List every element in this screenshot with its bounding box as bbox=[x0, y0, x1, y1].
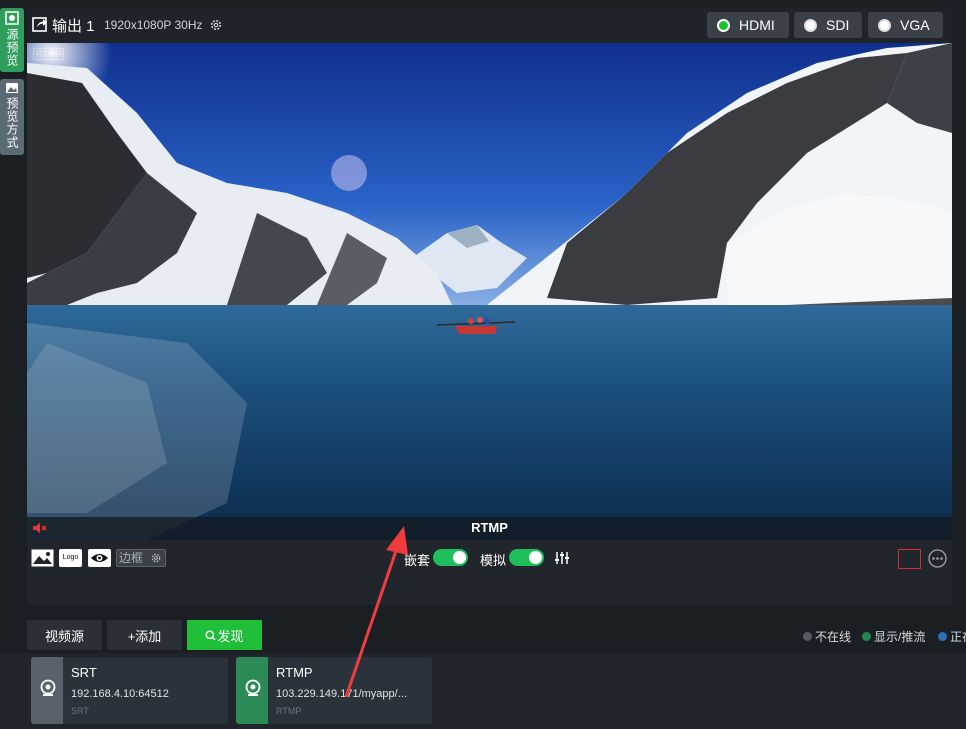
radio-dot-icon bbox=[804, 18, 817, 32]
source-name: RTMP bbox=[276, 665, 313, 680]
preview-frame-icon bbox=[5, 11, 19, 25]
webcam-icon bbox=[245, 679, 261, 696]
analog-toggle[interactable] bbox=[509, 549, 544, 566]
source-protocol: RTMP bbox=[276, 706, 302, 716]
analog-label: 模拟 bbox=[480, 553, 507, 568]
status-dot-icon bbox=[938, 632, 947, 641]
source-address: 103.229.149.171/myapp/... bbox=[276, 688, 407, 700]
embed-label: 嵌套 bbox=[404, 553, 431, 568]
port-label: VGA bbox=[900, 17, 930, 33]
port-label: SDI bbox=[826, 17, 850, 33]
radio-dot-icon bbox=[717, 18, 730, 32]
source-card-rtmp[interactable]: RTMP 103.229.149.171/myapp/... RTMP bbox=[236, 657, 432, 724]
legend-label: 不在线 bbox=[815, 630, 852, 644]
eye-icon[interactable] bbox=[88, 549, 111, 567]
port-vga-button[interactable]: VGA bbox=[868, 12, 943, 38]
sidebar-tab-preview-mode[interactable]: 预览方式 bbox=[0, 79, 24, 155]
sidebar-tab-label: 预览方式 bbox=[5, 97, 19, 149]
source-name: SRT bbox=[71, 665, 97, 680]
discover-button[interactable]: 发现 bbox=[187, 620, 262, 650]
source-protocol: SRT bbox=[71, 706, 89, 716]
logo-button[interactable]: Logo bbox=[59, 549, 82, 567]
border-label: 边框 bbox=[119, 551, 144, 565]
source-address: 192.168.4.10:64512 bbox=[71, 688, 169, 700]
port-hdmi-button[interactable]: HDMI bbox=[707, 12, 789, 38]
more-options-icon[interactable] bbox=[928, 549, 947, 568]
output-title: 输出 1 bbox=[52, 18, 95, 35]
sidebar-tab-source-preview[interactable]: 源预览 bbox=[0, 8, 24, 72]
add-source-button[interactable]: +添加 bbox=[107, 620, 182, 650]
gear-icon bbox=[151, 553, 161, 563]
video-frame-image bbox=[27, 43, 952, 540]
port-sdi-button[interactable]: SDI bbox=[794, 12, 862, 38]
gear-icon[interactable] bbox=[209, 18, 223, 32]
status-dot-icon bbox=[862, 632, 871, 641]
webcam-icon bbox=[40, 679, 56, 696]
video-status-bar: RTMP bbox=[27, 517, 952, 540]
port-label: HDMI bbox=[739, 17, 775, 33]
border-button[interactable]: 边框 bbox=[116, 549, 166, 567]
legend-label: 正在 bbox=[950, 630, 966, 644]
legend-label: 显示/推流 bbox=[874, 630, 926, 644]
output-resolution: 1920x1080P 30Hz bbox=[104, 18, 203, 32]
video-source-button[interactable]: 视频源 bbox=[27, 620, 102, 650]
output-control-bar: Logo 边框 嵌套 模拟 bbox=[27, 540, 952, 605]
share-output-icon bbox=[32, 17, 47, 32]
discover-label: 发现 bbox=[217, 628, 244, 644]
image-overlay-icon[interactable] bbox=[31, 549, 54, 567]
source-status-strip bbox=[31, 657, 63, 724]
legend-display-stream: 显示/推流 bbox=[862, 628, 925, 645]
radio-dot-icon bbox=[878, 18, 891, 32]
legend-active: 正在 bbox=[938, 628, 966, 645]
legend-offline: 不在线 bbox=[803, 628, 851, 645]
image-icon bbox=[6, 83, 18, 93]
search-icon bbox=[205, 630, 216, 640]
video-source-label: RTMP bbox=[471, 520, 508, 535]
status-dot-icon bbox=[803, 632, 812, 641]
video-preview[interactable]: RTMP RTMP bbox=[27, 43, 952, 540]
record-button[interactable] bbox=[898, 549, 921, 569]
output-panel: 输出 1 1920x1080P 30Hz HDMI SDI VGA RTMP R… bbox=[27, 8, 952, 605]
mixer-sliders-icon[interactable] bbox=[554, 551, 570, 565]
source-status-strip bbox=[236, 657, 268, 724]
video-watermark: RTMP bbox=[33, 48, 65, 60]
source-card-srt[interactable]: SRT 192.168.4.10:64512 SRT bbox=[31, 657, 228, 724]
embed-toggle[interactable] bbox=[433, 549, 468, 566]
output-header: 输出 1 1920x1080P 30Hz HDMI SDI VGA bbox=[27, 8, 952, 43]
sidebar-tab-label: 源预览 bbox=[5, 28, 19, 67]
